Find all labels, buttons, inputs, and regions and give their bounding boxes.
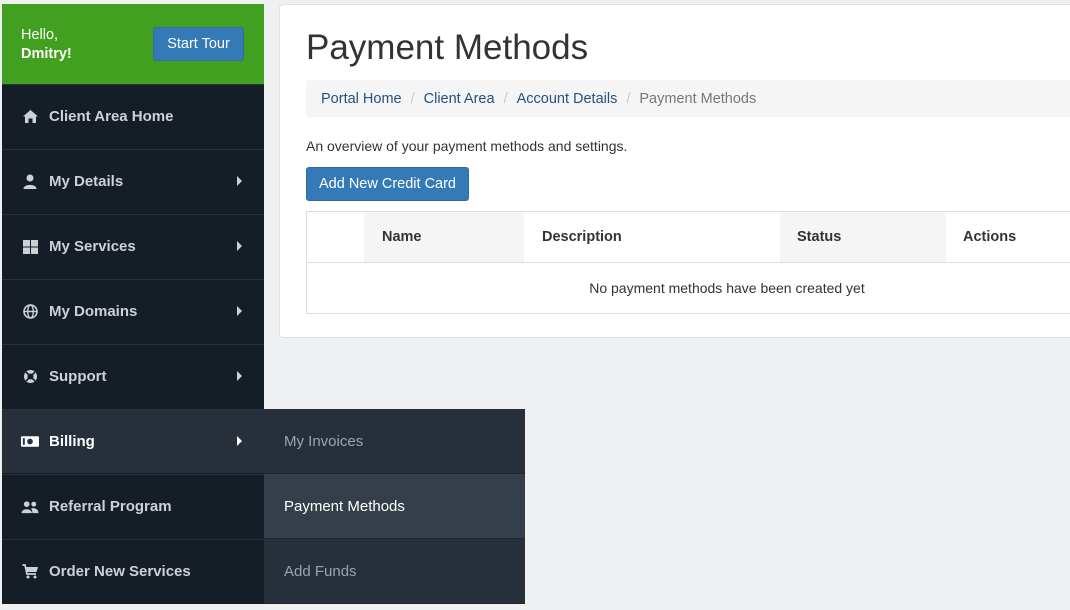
payment-methods-table: Name Description Status Actions No payme…	[306, 211, 1070, 314]
sidebar: Hello, Dmitry! Start Tour Client Area Ho…	[2, 4, 264, 604]
greeting-text: Hello,	[21, 27, 59, 43]
breadcrumb-link-account-details[interactable]: Account Details	[517, 91, 618, 107]
submenu-item-payment-methods[interactable]: Payment Methods	[264, 474, 525, 539]
page-title: Payment Methods	[306, 28, 589, 67]
globe-icon	[21, 303, 39, 321]
overview-text: An overview of your payment methods and …	[306, 138, 628, 154]
sidebar-item-label: Client Area Home	[49, 108, 174, 125]
sidebar-item-label: Referral Program	[49, 498, 172, 515]
grid-icon	[21, 238, 39, 256]
sidebar-item-label: Support	[49, 368, 107, 385]
sidebar-item-label: Order New Services	[49, 563, 191, 580]
breadcrumb-link-portal-home[interactable]: Portal Home	[321, 91, 402, 107]
home-icon	[21, 108, 39, 126]
sidebar-item-client-area-home[interactable]: Client Area Home	[2, 84, 264, 148]
breadcrumb-link-client-area[interactable]: Client Area	[424, 91, 495, 107]
user-name: Dmitry!	[21, 46, 72, 62]
sidebar-item-label: My Services	[49, 238, 136, 255]
column-header-status[interactable]: Status	[780, 212, 946, 262]
sidebar-item-support[interactable]: Support	[2, 344, 264, 408]
empty-table-message: No payment methods have been created yet	[589, 280, 865, 296]
add-new-credit-card-button[interactable]: Add New Credit Card	[306, 167, 469, 201]
sidebar-item-label: My Domains	[49, 303, 138, 320]
cart-icon	[21, 563, 39, 581]
sidebar-item-referral-program[interactable]: Referral Program	[2, 474, 264, 538]
column-header-name[interactable]: Name	[364, 212, 524, 262]
breadcrumb-separator: /	[503, 90, 508, 107]
sidebar-item-label: My Details	[49, 173, 124, 190]
chevron-right-icon	[237, 306, 242, 316]
chevron-right-icon	[237, 176, 242, 186]
column-header-description[interactable]: Description	[524, 212, 780, 262]
chevron-right-icon	[237, 436, 242, 446]
sidebar-item-my-domains[interactable]: My Domains	[2, 279, 264, 343]
chevron-right-icon	[237, 241, 242, 251]
chevron-right-icon	[237, 371, 242, 381]
greeting-panel: Hello, Dmitry! Start Tour	[2, 4, 264, 84]
user-icon	[21, 173, 39, 191]
sidebar-item-order-new-services[interactable]: Order New Services	[2, 539, 264, 603]
breadcrumb: Portal Home / Client Area / Account Deta…	[306, 80, 1070, 117]
sidebar-item-my-services[interactable]: My Services	[2, 214, 264, 278]
breadcrumb-separator: /	[626, 90, 631, 107]
breadcrumb-separator: /	[410, 90, 415, 107]
submenu-item-my-invoices[interactable]: My Invoices	[264, 409, 525, 474]
submenu-item-add-funds[interactable]: Add Funds	[264, 539, 525, 604]
column-header-actions: Actions	[963, 229, 1017, 245]
greeting: Hello, Dmitry!	[21, 26, 72, 64]
main-panel: Payment Methods Portal Home / Client Are…	[279, 4, 1070, 338]
sidebar-item-billing[interactable]: Billing	[2, 409, 264, 473]
sidebar-item-label: Billing	[49, 433, 95, 450]
billing-submenu: My Invoices Payment Methods Add Funds	[264, 409, 525, 604]
sidebar-item-my-details[interactable]: My Details	[2, 149, 264, 213]
lifebuoy-icon	[21, 368, 39, 386]
money-icon	[21, 433, 39, 451]
start-tour-button[interactable]: Start Tour	[153, 27, 244, 61]
breadcrumb-current: Payment Methods	[639, 90, 757, 107]
users-icon	[21, 498, 39, 516]
